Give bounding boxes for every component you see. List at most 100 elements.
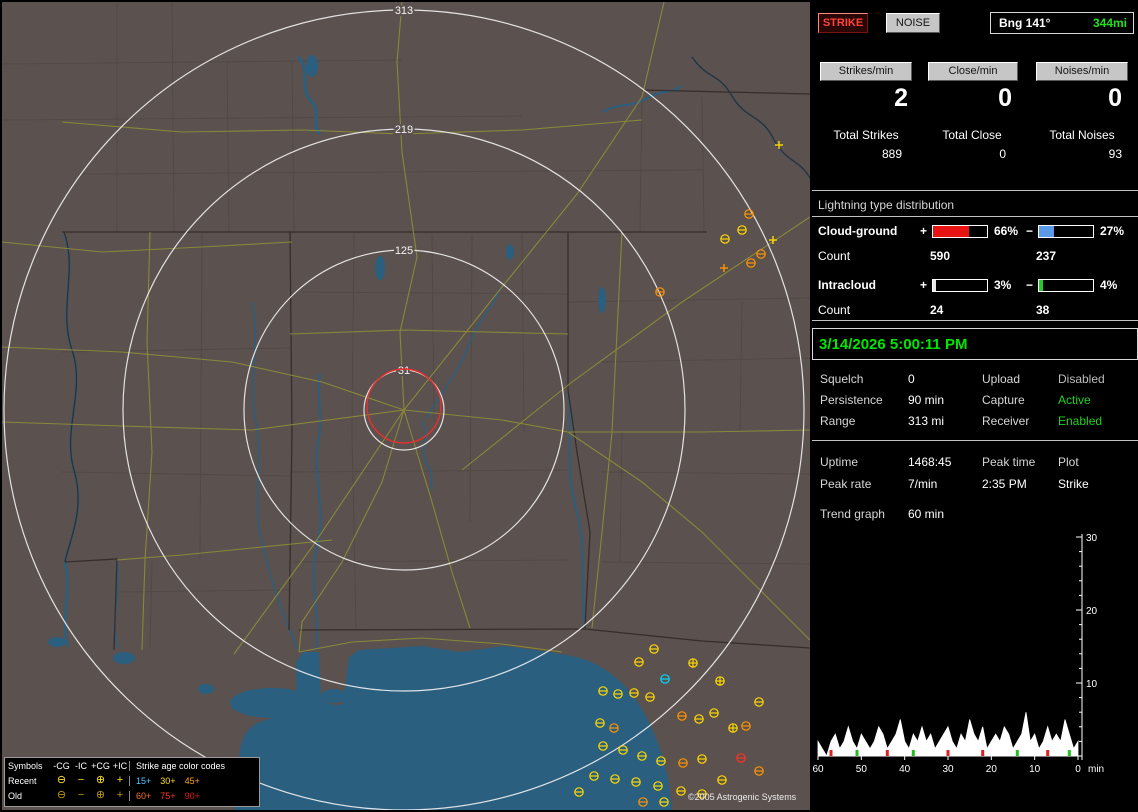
legend-row-recent-label: Recent <box>8 775 37 786</box>
svg-text:50: 50 <box>856 764 868 775</box>
legend-symbols-title: Symbols <box>8 760 43 771</box>
uptime-value: 1468:45 <box>908 455 952 469</box>
datetime-box: 3/14/2026 5:00:11 PM <box>812 328 1138 360</box>
close-per-min-button[interactable]: Close/min <box>928 62 1018 81</box>
age-30: 30+ <box>160 775 176 786</box>
legend-col-ic-neg: -IC <box>75 760 87 771</box>
trend-graph: 10 20 30 60 50 40 30 20 10 0 min <box>812 533 1104 775</box>
age-45: 45+ <box>184 775 200 786</box>
noises-per-min-button[interactable]: Noises/min <box>1036 62 1128 81</box>
cg-neg-pct: 27% <box>1100 224 1125 238</box>
noise-button[interactable]: NOISE <box>886 13 940 33</box>
squelch-value: 0 <box>908 372 915 386</box>
legend-ages-old: 60+ 75+ 90+ <box>129 790 259 801</box>
ic-minus-old-icon: − <box>77 789 85 801</box>
ic-pos-bar-fill <box>933 280 936 291</box>
datetime-text: 3/14/2026 5:00:11 PM <box>819 336 968 353</box>
peak-rate-value: 7/min <box>908 477 938 491</box>
age-60: 60+ <box>136 790 152 801</box>
distribution-title: Lightning type distribution <box>818 198 955 212</box>
capture-status: Active <box>1058 393 1091 407</box>
ic-plus-icon: + <box>116 774 124 786</box>
svg-text:20: 20 <box>1086 606 1098 617</box>
ic-neg-bar <box>1038 279 1094 292</box>
strikes-per-min-button[interactable]: Strikes/min <box>820 62 912 81</box>
cg-minus-icon: ⊖ <box>56 774 67 786</box>
age-15: 15+ <box>136 775 152 786</box>
svg-text:219: 219 <box>395 124 413 136</box>
noises-per-min-value: 0 <box>1108 84 1122 112</box>
total-strikes-value: 889 <box>881 147 902 161</box>
trend-window-value: 60 min <box>908 507 945 521</box>
total-strikes-label: Total Strikes <box>833 128 899 142</box>
total-close-value: 0 <box>999 147 1006 161</box>
divider <box>812 320 1138 321</box>
svg-text:31: 31 <box>398 365 410 377</box>
squelch-label: Squelch <box>820 372 864 386</box>
upload-status: Disabled <box>1058 372 1105 386</box>
status-panel: STRIKE NOISE Bng 141° 344mi Strikes/min … <box>812 0 1138 812</box>
plot-mode-value: Strike <box>1058 477 1089 491</box>
plot-label: Plot <box>1058 455 1079 469</box>
capture-label: Capture <box>982 393 1025 407</box>
svg-text:10: 10 <box>1029 764 1041 775</box>
ic-neg-bar-fill <box>1039 280 1043 291</box>
ic-neg-pct: 4% <box>1100 278 1118 292</box>
peak-time-label: Peak time <box>982 455 1036 469</box>
bearing-label: Bng 141° <box>999 16 1051 30</box>
ic-pos-pct: 3% <box>994 278 1012 292</box>
range-value: 313 mi <box>908 414 945 428</box>
cg-neg-bar <box>1038 225 1094 238</box>
cg-minus-old-icon: ⊖ <box>56 789 67 801</box>
svg-text:30: 30 <box>1086 533 1098 544</box>
ic-pos-sign: + <box>920 278 928 292</box>
map-legend: Symbols -CG -IC +CG +IC Strike age color… <box>4 757 260 807</box>
cg-pos-bar <box>932 225 988 238</box>
cg-pos-bar-fill <box>933 226 969 237</box>
legend-col-cg-pos: +CG <box>91 760 110 771</box>
peak-time-value: 2:35 PM <box>982 477 1027 491</box>
cg-count-label: Count <box>818 249 851 263</box>
persistence-label: Persistence <box>820 393 883 407</box>
map-canvas[interactable]: 313 219 125 31 <box>2 2 810 810</box>
ic-pos-bar <box>932 279 988 292</box>
svg-text:0: 0 <box>1075 764 1081 775</box>
age-75: 75+ <box>160 790 176 801</box>
peak-rate-label: Peak rate <box>820 477 872 491</box>
close-per-min-value: 0 <box>998 84 1012 112</box>
ic-minus-icon: − <box>77 774 85 786</box>
divider <box>812 190 1138 191</box>
ic-plus-old-icon: + <box>116 789 124 801</box>
svg-text:10: 10 <box>1086 679 1098 690</box>
persistence-value: 90 min <box>908 393 945 407</box>
cg-neg-bar-fill <box>1039 226 1054 237</box>
svg-text:125: 125 <box>395 245 413 257</box>
cg-neg-sign: − <box>1026 224 1034 238</box>
copyright-text: ©2005 Astrogenic Systems <box>688 792 797 802</box>
ic-neg-count: 38 <box>1036 303 1050 317</box>
svg-text:30: 30 <box>942 764 954 775</box>
legend-col-cg-neg: -CG <box>53 760 70 771</box>
receiver-label: Receiver <box>982 414 1030 428</box>
svg-text:60: 60 <box>812 764 824 775</box>
cloud-ground-label: Cloud-ground <box>818 224 898 238</box>
uptime-label: Uptime <box>820 455 859 469</box>
cg-pos-pct: 66% <box>994 224 1019 238</box>
legend-col-ic-pos: +IC <box>112 760 128 771</box>
cg-pos-count: 590 <box>930 249 951 263</box>
age-90: 90+ <box>184 790 200 801</box>
bearing-distance: 344mi <box>1092 16 1127 30</box>
cg-pos-sign: + <box>920 224 928 238</box>
cg-plus-old-icon: ⊕ <box>95 789 106 801</box>
cg-plus-icon: ⊕ <box>95 774 106 786</box>
intracloud-label: Intracloud <box>818 278 877 292</box>
strike-button[interactable]: STRIKE <box>818 13 868 33</box>
ic-count-label: Count <box>818 303 851 317</box>
legend-row-old-label: Old <box>8 790 23 801</box>
legend-ages-recent: 15+ 30+ 45+ <box>129 775 259 786</box>
svg-text:313: 313 <box>395 5 413 17</box>
storm-map[interactable]: 313 219 125 31 Symbols -CG -IC +CG +IC Stri… <box>2 2 810 810</box>
legend-age-title: Strike age color codes <box>129 760 259 771</box>
bearing-readout: Bng 141° 344mi <box>990 12 1134 34</box>
ic-neg-sign: − <box>1026 278 1034 292</box>
